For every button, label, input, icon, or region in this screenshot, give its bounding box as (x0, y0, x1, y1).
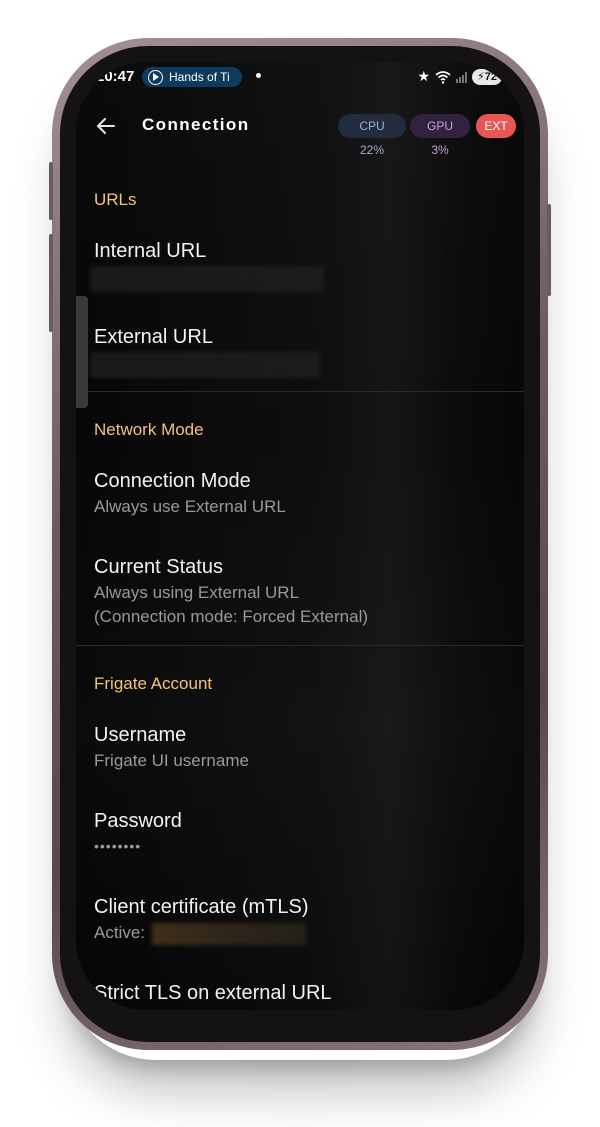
star-icon: ★ (417, 68, 431, 84)
status-time: 20:47 (96, 68, 135, 85)
power-button (547, 204, 551, 296)
current-status-title: Current Status (94, 556, 223, 578)
stage: 20:47 Hands of Ti ★ ⚡72 Connection CPU 2… (0, 0, 600, 1127)
section-header-frigate-account: Frigate Account (94, 674, 213, 693)
connection-mode-value: Always use External URL (94, 497, 286, 516)
status-icons: ★ ⚡72 (417, 68, 502, 85)
external-mode-badge: EXT (476, 114, 516, 138)
client-certificate-status: Active: (94, 923, 146, 942)
battery-indicator: ⚡72 (472, 68, 502, 85)
battery-level: 72 (484, 70, 497, 83)
external-url-title: External URL (94, 326, 213, 348)
external-url-value-redacted (90, 352, 320, 378)
media-notification-pill[interactable]: Hands of Ti (142, 67, 242, 87)
section-header-urls: URLs (94, 190, 137, 209)
strict-tls-title: Strict TLS on external URL (94, 982, 332, 1004)
section-divider (76, 645, 524, 646)
username-value: Frigate UI username (94, 751, 249, 770)
page-title: Connection (142, 115, 250, 134)
section-divider (76, 391, 524, 392)
internal-url-value-redacted (90, 266, 324, 292)
notification-dot (256, 73, 261, 78)
internal-url-title: Internal URL (94, 240, 207, 262)
play-icon (148, 69, 163, 85)
client-certificate-title: Client certificate (mTLS) (94, 896, 309, 918)
cpu-usage-badge: CPU 22% (338, 114, 406, 157)
media-title: Hands of Ti (169, 70, 230, 84)
gpu-usage-badge: GPU 3% (410, 114, 470, 157)
password-title: Password (94, 810, 182, 832)
connection-mode-title: Connection Mode (94, 470, 251, 492)
volume-up-button (49, 162, 53, 220)
wifi-icon (435, 70, 451, 84)
back-arrow-icon[interactable] (94, 114, 118, 138)
edge-panel-handle[interactable] (76, 296, 88, 408)
screen-background (76, 62, 524, 1010)
charging-icon: ⚡ (477, 70, 485, 83)
password-value: •••••••• (94, 838, 142, 854)
current-status-line-1: Always using External URL (94, 583, 300, 602)
section-header-network-mode: Network Mode (94, 420, 204, 439)
current-status-line-2: (Connection mode: Forced External) (94, 607, 369, 626)
username-title: Username (94, 724, 187, 746)
volume-down-button (49, 234, 53, 332)
client-certificate-name-redacted (152, 923, 306, 945)
screen: 20:47 Hands of Ti ★ ⚡72 Connection CPU 2… (76, 62, 524, 1010)
signal-icon (456, 71, 468, 83)
